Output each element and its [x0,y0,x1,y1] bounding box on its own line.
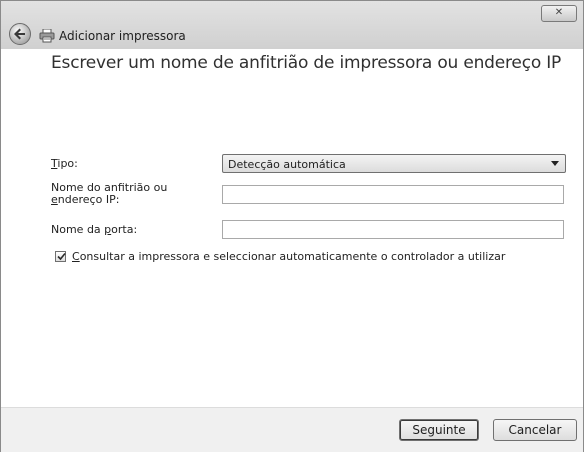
close-icon: ✕ [554,7,564,18]
port-label-pre: Nome da [51,223,105,236]
type-label: Tipo: [51,158,78,170]
chevron-down-icon [551,161,559,166]
cancel-button[interactable]: Cancelar [493,419,577,441]
query-printer-label[interactable]: Consultar a impressora e seleccionar aut… [72,250,505,263]
type-label-text: ipo: [57,157,78,170]
window-title: Adicionar impressora [59,29,186,43]
port-name-input[interactable] [222,220,564,239]
close-button[interactable]: ✕ [541,5,577,22]
printer-icon [39,29,55,43]
type-dropdown-value: Detecção automática [228,158,346,171]
query-printer-checkbox[interactable] [55,251,66,262]
title-bar: ✕ Adicionar impressora [1,1,583,49]
add-printer-window: ✕ Adicionar impressora Escrever um nome … [0,0,584,452]
next-button[interactable]: Seguinte [399,419,479,441]
port-label: Nome da porta: [51,224,137,236]
query-label-text: onsultar a impressora e seleccionar auto… [79,250,506,263]
host-ip-input[interactable] [222,185,564,204]
back-arrow-icon [14,28,25,40]
port-label-rest: orta: [111,223,138,236]
back-button[interactable] [9,23,31,45]
host-label: Nome do anfitrião ou endereço IP: [51,182,167,206]
host-label-line2: ndereço IP: [57,193,120,206]
checkmark-icon [57,252,66,261]
type-dropdown[interactable]: Detecção automática [222,154,566,173]
query-label-accesskey: C [72,250,80,263]
page-heading: Escrever um nome de anfitrião de impress… [51,53,562,73]
host-label-accesskey: e [51,193,58,206]
